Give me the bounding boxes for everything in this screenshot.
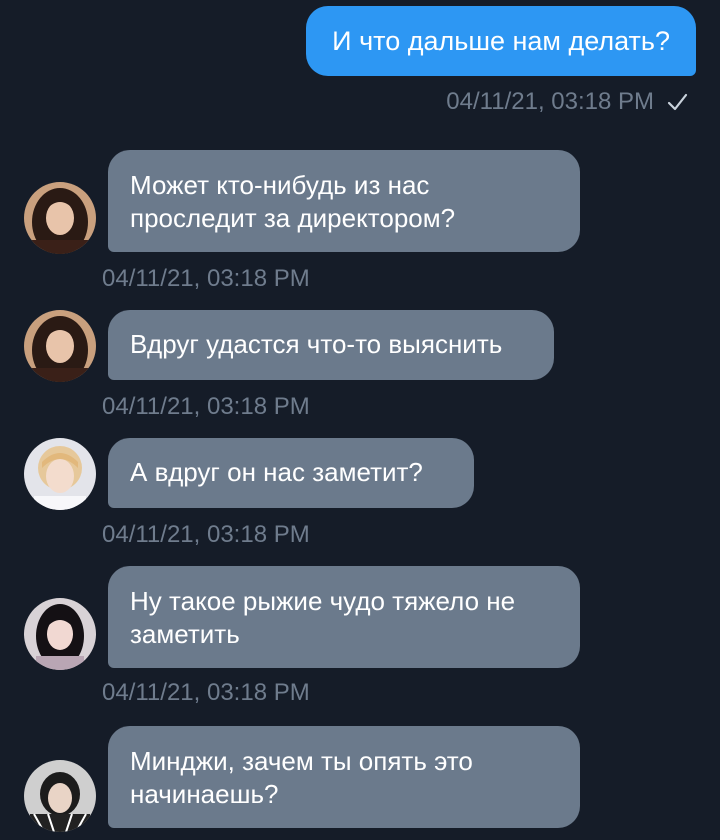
outgoing-message-meta: 04/11/21, 03:18 PM <box>446 84 688 120</box>
outgoing-message-bubble[interactable]: И что дальше нам делать? <box>306 6 696 76</box>
message-timestamp: 04/11/21, 03:18 PM <box>102 265 310 292</box>
avatar-icon[interactable] <box>24 310 96 382</box>
avatar-icon[interactable] <box>24 598 96 670</box>
incoming-message-bubble[interactable]: Может кто-нибудь из нас проследит за дир… <box>108 150 580 252</box>
message-timestamp: 04/11/21, 03:18 PM <box>102 521 310 548</box>
chat-thread: И что дальше нам делать? 04/11/21, 03:18… <box>0 0 720 840</box>
avatar-icon[interactable] <box>24 182 96 254</box>
message-timestamp: 04/11/21, 03:18 PM <box>102 679 310 706</box>
message-timestamp: 04/11/21, 03:18 PM <box>446 88 654 115</box>
avatar-icon[interactable] <box>24 438 96 510</box>
incoming-message-bubble[interactable]: А вдруг он нас заметит? <box>108 438 474 508</box>
avatar-icon[interactable] <box>24 760 96 832</box>
message-timestamp: 04/11/21, 03:18 PM <box>102 393 310 420</box>
check-icon <box>666 91 688 113</box>
incoming-message-bubble[interactable]: Минджи, зачем ты опять это начинаешь? <box>108 726 580 828</box>
incoming-message-bubble[interactable]: Вдруг удастся что-то выяснить <box>108 310 554 380</box>
incoming-message-bubble[interactable]: Ну такое рыжие чудо тяжело не заметить <box>108 566 580 668</box>
